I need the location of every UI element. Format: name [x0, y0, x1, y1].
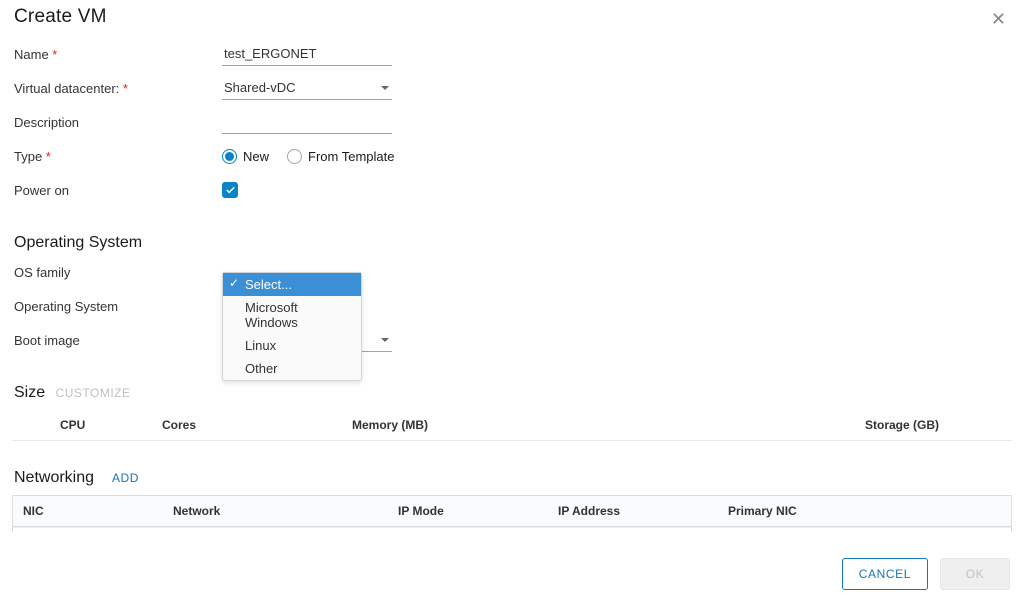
name-label: Name: [12, 47, 222, 62]
dropdown-item-select[interactable]: Select...: [223, 273, 361, 296]
power-on-checkbox[interactable]: [222, 182, 238, 198]
size-header-row: CPU Cores Memory (MB) Storage (GB): [12, 412, 1012, 441]
description-input[interactable]: [222, 110, 392, 134]
radio-dot-icon: [222, 149, 237, 164]
power-on-label: Power on: [12, 183, 222, 198]
os-family-label: OS family: [12, 265, 222, 280]
description-label: Description: [12, 115, 222, 130]
type-new-radio[interactable]: New: [222, 149, 269, 164]
cancel-button[interactable]: CANCEL: [842, 558, 928, 590]
check-icon: [225, 185, 236, 196]
name-input[interactable]: [222, 42, 392, 66]
type-new-label: New: [243, 149, 269, 164]
os-label: Operating System: [12, 299, 222, 314]
type-template-radio[interactable]: From Template: [287, 149, 394, 164]
nic-table: NIC Network IP Mode IP Address Primary N…: [12, 495, 1012, 532]
nic-header-network: Network: [163, 496, 388, 526]
networking-section-title: Networking: [14, 469, 94, 487]
dropdown-item-other[interactable]: Other: [223, 357, 361, 380]
customize-link[interactable]: CUSTOMIZE: [56, 386, 131, 400]
os-family-dropdown[interactable]: Select... Microsoft Windows Linux Other: [222, 272, 362, 381]
chevron-down-icon: [380, 335, 390, 345]
nic-cell-index: 1: [13, 528, 163, 532]
nic-header-primary: Primary NIC: [718, 496, 858, 526]
close-icon[interactable]: ✕: [985, 6, 1012, 32]
nic-header-ipaddr: IP Address: [548, 496, 718, 526]
size-header-storage: Storage (GB): [612, 418, 1012, 432]
dropdown-item-linux[interactable]: Linux: [223, 334, 361, 357]
nic-header-actions: [858, 496, 1011, 526]
add-nic-link[interactable]: ADD: [112, 471, 139, 485]
vdc-label: Virtual datacenter:: [12, 81, 222, 96]
nic-header-ipmode: IP Mode: [388, 496, 548, 526]
type-template-label: From Template: [308, 149, 394, 164]
os-section-title: Operating System: [12, 234, 1012, 252]
vdc-select[interactable]: Shared-vDC: [222, 76, 392, 100]
boot-image-label: Boot image: [12, 333, 222, 348]
size-title-text: Size: [14, 384, 45, 401]
radio-dot-icon: [287, 149, 302, 164]
size-header-cpu: CPU: [12, 418, 162, 432]
dialog-title: Create VM: [12, 6, 107, 28]
chevron-down-icon: [380, 83, 390, 93]
table-row: 1 Not connected DHCP Auto-assigned: [13, 527, 1011, 532]
ok-button: OK: [940, 558, 1010, 590]
dropdown-item-windows[interactable]: Microsoft Windows: [223, 296, 361, 334]
nic-ipaddr-value: Auto-assigned: [548, 528, 718, 532]
size-header-memory: Memory (MB): [352, 418, 612, 432]
vdc-value: Shared-vDC: [224, 80, 296, 95]
type-label: Type: [12, 149, 222, 164]
nic-header-nic: NIC: [13, 496, 163, 526]
size-header-cores: Cores: [162, 418, 352, 432]
size-section-title: Size CUSTOMIZE: [12, 384, 1012, 402]
